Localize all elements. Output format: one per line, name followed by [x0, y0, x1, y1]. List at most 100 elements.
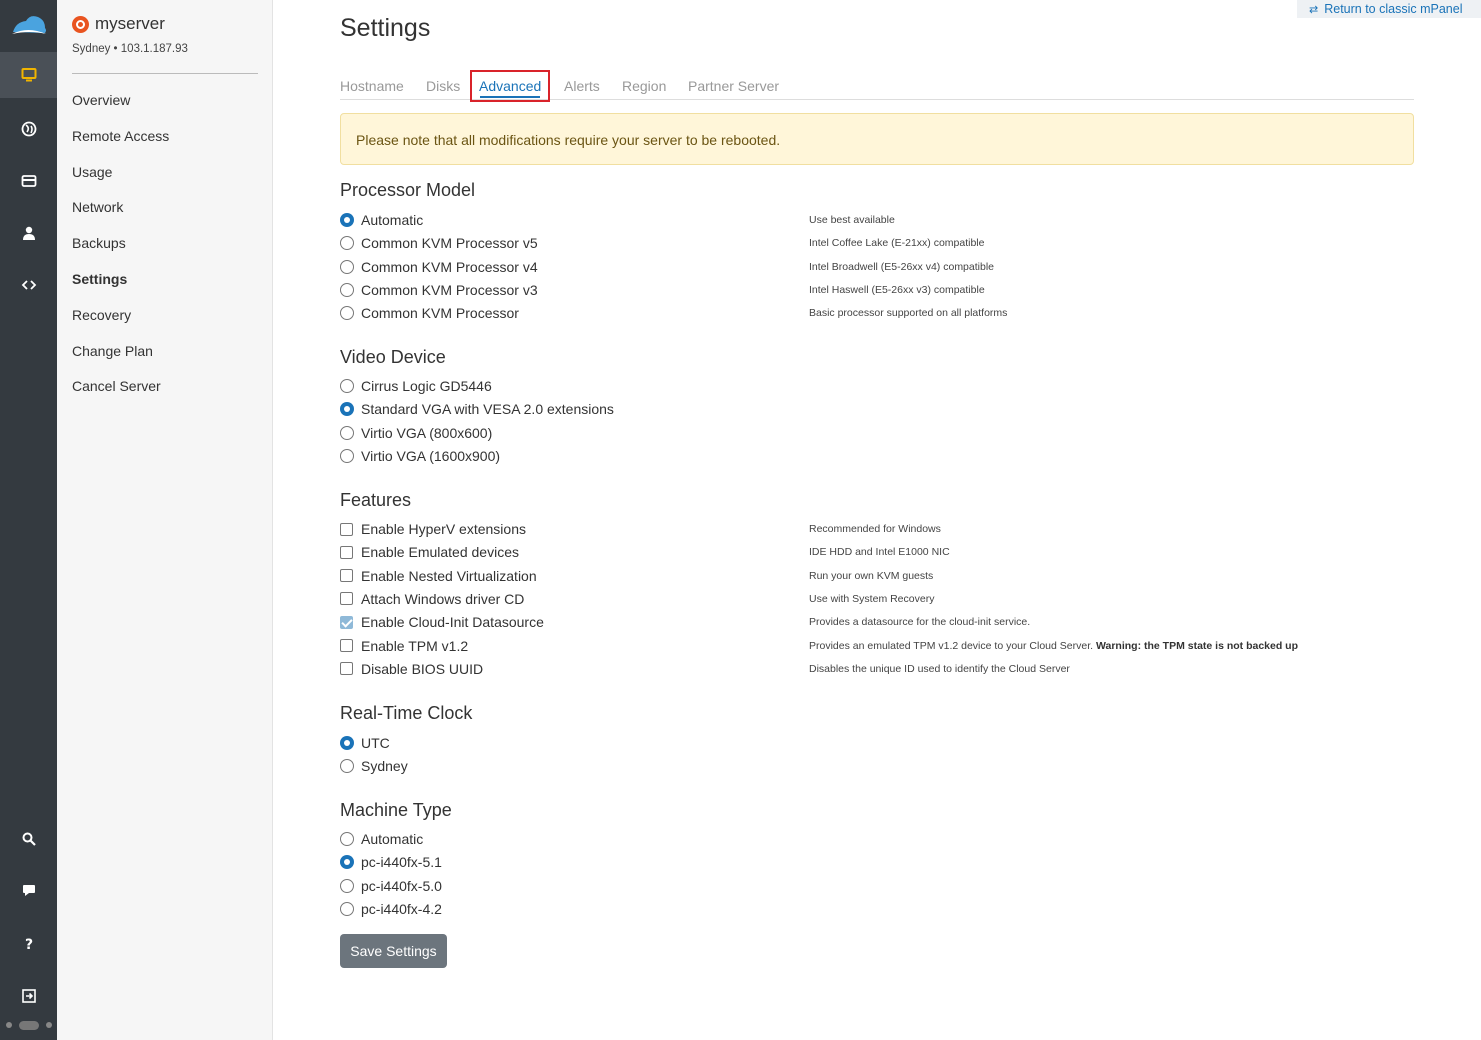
radio-button[interactable]	[340, 448, 354, 463]
tab-partner-server[interactable]: Partner Server	[688, 72, 779, 100]
tab-label: Hostname	[340, 78, 404, 94]
option-label: pc-i440fx-4.2	[361, 900, 442, 917]
sidebar-item-backups[interactable]: Backups	[72, 233, 169, 269]
processor-option-automatic[interactable]: Automatic	[340, 210, 423, 230]
tab-alerts[interactable]: Alerts	[564, 72, 600, 100]
features-option-enable-hyperv-extensions[interactable]: Enable HyperV extensions	[340, 519, 526, 539]
tab-region[interactable]: Region	[622, 72, 666, 100]
radio-button[interactable]	[340, 282, 354, 297]
radio-button[interactable]	[340, 306, 354, 320]
rail-help[interactable]: ?	[0, 920, 57, 966]
machine-option-pc-i440fx-5-1[interactable]: pc-i440fx-5.1	[340, 852, 442, 872]
clock-option-sydney[interactable]: Sydney	[340, 756, 408, 776]
processor-option-common-kvm-processor-v5[interactable]: Common KVM Processor v5	[340, 233, 538, 253]
option-description: Intel Broadwell (E5-26xx v4) compatible	[809, 257, 994, 277]
option-label: Enable Cloud-Init Datasource	[361, 614, 544, 631]
sidebar-item-cancel-server[interactable]: Cancel Server	[72, 376, 169, 412]
cloud-logo-icon[interactable]	[10, 12, 48, 38]
tab-hostname[interactable]: Hostname	[340, 72, 404, 100]
checkbox[interactable]	[340, 639, 353, 653]
tab-disks[interactable]: Disks	[426, 72, 460, 100]
sidebar-item-settings[interactable]: Settings	[72, 269, 169, 305]
features-option-enable-cloud-init-datasource[interactable]: Enable Cloud-Init Datasource	[340, 612, 544, 632]
rail-logout[interactable]	[0, 973, 57, 1019]
tab-label: Alerts	[564, 78, 600, 94]
option-description: Intel Haswell (E5-26xx v3) compatible	[809, 280, 985, 300]
video-option-virtio-vga-800x600[interactable]: Virtio VGA (800x600)	[340, 423, 492, 443]
return-classic-label: Return to classic mPanel	[1324, 2, 1463, 16]
radio-button[interactable]	[340, 759, 354, 774]
machine-option-automatic[interactable]: Automatic	[340, 829, 423, 849]
radio-button[interactable]	[340, 213, 354, 227]
rail-chat[interactable]	[0, 867, 57, 913]
sidebar-item-usage[interactable]: Usage	[72, 162, 169, 198]
option-description-text: Use with System Recovery	[809, 592, 935, 605]
option-description: Recommended for Windows	[809, 519, 941, 539]
video-option-standard-vga-with-vesa-2-0-extensions[interactable]: Standard VGA with VESA 2.0 extensions	[340, 399, 614, 419]
video-section-title: Video Device	[340, 347, 446, 367]
clock-option-utc[interactable]: UTC	[340, 733, 390, 753]
option-description: Use with System Recovery	[809, 589, 934, 609]
option-label: Common KVM Processor	[361, 305, 519, 321]
return-classic-link[interactable]: ⇄ Return to classic mPanel	[1297, 0, 1481, 18]
radio-button[interactable]	[340, 855, 354, 870]
video-option-virtio-vga-1600x900[interactable]: Virtio VGA (1600x900)	[340, 446, 500, 466]
option-description-text: Intel Haswell (E5-26xx v3) compatible	[809, 283, 985, 296]
option-label: Disable BIOS UUID	[361, 660, 484, 677]
sidebar-item-remote-access[interactable]: Remote Access	[72, 126, 169, 162]
radio-button[interactable]	[340, 236, 354, 251]
features-option-enable-nested-virtualization[interactable]: Enable Nested Virtualization	[340, 566, 537, 586]
radio-button[interactable]	[340, 832, 354, 846]
features-option-attach-windows-driver-cd[interactable]: Attach Windows driver CD	[340, 589, 524, 609]
rail-billing[interactable]	[0, 158, 57, 204]
checkbox[interactable]	[340, 545, 353, 559]
reboot-alert: Please note that all modifications requi…	[340, 113, 1414, 165]
processor-option-common-kvm-processor-v3[interactable]: Common KVM Processor v3	[340, 280, 538, 300]
radio-button[interactable]	[340, 736, 354, 750]
processor-option-common-kvm-processor-v4[interactable]: Common KVM Processor v4	[340, 257, 538, 277]
option-label: Virtio VGA (800x600)	[361, 424, 493, 441]
sidebar-item-overview[interactable]: Overview	[72, 90, 169, 126]
option-description-text: IDE HDD and Intel E1000 NIC	[809, 546, 950, 559]
rail-search[interactable]	[0, 816, 57, 862]
tab-label: Region	[622, 78, 667, 94]
user-icon	[22, 226, 35, 240]
radio-button[interactable]	[340, 259, 354, 274]
radio-button[interactable]	[340, 901, 354, 916]
code-icon	[21, 280, 36, 290]
features-option-disable-bios-uuid[interactable]: Disable BIOS UUID	[340, 659, 483, 679]
radio-button[interactable]	[340, 402, 354, 417]
checkbox[interactable]	[340, 592, 353, 606]
option-description: Provides a datasource for the cloud-init…	[809, 612, 1030, 632]
option-label: Common KVM Processor v3	[361, 281, 538, 298]
rail-domains[interactable]	[0, 106, 57, 152]
save-settings-button[interactable]: Save Settings	[340, 934, 447, 968]
tab-label: Advanced	[479, 78, 542, 94]
rail-api[interactable]	[0, 262, 57, 308]
radio-button[interactable]	[340, 878, 354, 893]
rail-account[interactable]	[0, 210, 57, 256]
option-description: Basic processor supported on all platfor…	[809, 303, 1007, 323]
radio-button[interactable]	[340, 425, 354, 440]
radio-button[interactable]	[340, 379, 354, 393]
machine-option-pc-i440fx-5-0[interactable]: pc-i440fx-5.0	[340, 876, 442, 896]
sidebar-item-network[interactable]: Network	[72, 197, 169, 233]
machine-option-pc-i440fx-4-2[interactable]: pc-i440fx-4.2	[340, 899, 442, 919]
checkbox[interactable]	[340, 662, 353, 676]
checkbox[interactable]	[340, 522, 353, 536]
sidebar-item-recovery[interactable]: Recovery	[72, 305, 169, 341]
option-description-text: Intel Broadwell (E5-26xx v4) compatible	[809, 260, 995, 273]
checkbox[interactable]	[340, 569, 353, 583]
server-name: myserver	[95, 14, 165, 33]
option-label: Cirrus Logic GD5446	[361, 378, 492, 394]
processor-option-common-kvm-processor[interactable]: Common KVM Processor	[340, 303, 519, 323]
features-option-enable-emulated-devices[interactable]: Enable Emulated devices	[340, 542, 519, 562]
tab-advanced[interactable]: Advanced	[469, 70, 551, 102]
checkbox	[340, 615, 353, 629]
theme-toggle[interactable]	[6, 1018, 52, 1032]
features-option-enable-tpm-v1-2[interactable]: Enable TPM v1.2	[340, 636, 468, 656]
option-label: Enable TPM v1.2	[361, 637, 469, 654]
sidebar-item-change-plan[interactable]: Change Plan	[72, 341, 169, 377]
rail-servers[interactable]	[0, 52, 57, 98]
video-option-cirrus-logic-gd5446[interactable]: Cirrus Logic GD5446	[340, 376, 492, 396]
